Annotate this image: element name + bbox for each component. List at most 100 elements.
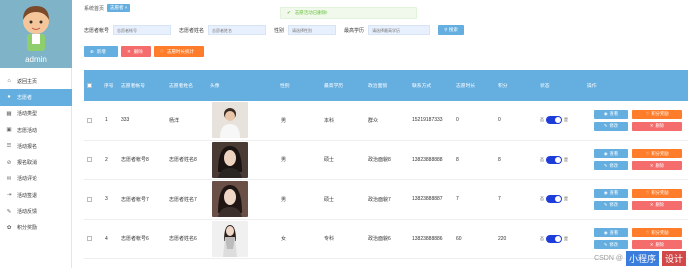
col-edu[interactable]: 最高学历: [324, 70, 343, 101]
col-gender[interactable]: 性别: [280, 70, 290, 101]
cell-name: 志愿者姓名7: [169, 196, 197, 203]
col-name[interactable]: 志愿者姓名: [169, 70, 193, 101]
cell-avatar: [212, 101, 248, 139]
close-icon[interactable]: ×: [125, 5, 128, 10]
cell-status: 否是: [540, 101, 568, 139]
view-button[interactable]: ◉ 查看: [594, 149, 628, 158]
feedback-icon: ✎: [6, 208, 12, 215]
cell-edu: 专科: [324, 236, 335, 242]
gender-select[interactable]: [288, 25, 337, 35]
col-hours[interactable]: 志愿时长: [456, 70, 475, 101]
edit-button-label: 修改: [609, 123, 619, 128]
watermark-right: 设计: [661, 251, 686, 266]
edit-button[interactable]: ✎ 修改: [594, 200, 628, 210]
col-avatar: 头像: [210, 84, 220, 89]
edit-button-label: 修改: [609, 241, 619, 247]
edit-icon: ✎: [603, 241, 608, 247]
sidebar-item-comment[interactable]: ✉ 活动评论: [0, 171, 72, 187]
cell-status: 否是: [540, 180, 568, 218]
col-status[interactable]: 状态: [540, 70, 550, 101]
cell-index: 4: [105, 235, 108, 242]
points-reward-button[interactable]: ♡ 积分奖励: [632, 228, 682, 237]
name-search-input[interactable]: [208, 25, 267, 35]
sidebar-item-activity[interactable]: ▣ 志愿活动: [0, 122, 72, 138]
sidebar-item-label: 活动报名: [17, 143, 38, 150]
grid-icon: ▦: [6, 110, 12, 117]
chart-icon: ♡: [160, 48, 165, 54]
watermark-left: CSDN @: [594, 255, 623, 262]
cell-points: 220: [498, 235, 507, 242]
view-button[interactable]: ◉ 查看: [594, 228, 628, 237]
search-label-name: 志愿者姓名: [179, 27, 205, 34]
remove-button[interactable]: ✕ 删除: [632, 200, 682, 210]
sidebar-item-cancel[interactable]: ⊘ 报名取消: [0, 154, 72, 170]
cell-gender: 男: [281, 196, 287, 203]
cell-edu: 本科: [324, 117, 335, 124]
sidebar: admin ⌂ 返回主页 ● 志愿者 ▦ 活动类型 ▣ 志愿活动 ☰ 活动报名 ⊘ 报名取消…: [0, 0, 72, 268]
view-button[interactable]: ◉ 查看: [594, 109, 628, 119]
breadcrumb-current-tag[interactable]: 志愿者 ×: [107, 4, 131, 12]
heart-icon: ♡: [645, 111, 650, 116]
eye-icon: ◉: [603, 190, 608, 195]
delete-button[interactable]: ✕ 删除: [121, 46, 151, 57]
col-account[interactable]: 志愿者帐号: [121, 70, 145, 101]
row-checkbox[interactable]: [87, 141, 92, 179]
signout-icon: ⇥: [6, 192, 12, 199]
status-toggle[interactable]: [546, 195, 562, 203]
account-search-input[interactable]: [113, 25, 172, 35]
table-header: 序号 志愿者帐号 志愿者姓名 头像 性别 最高学历 政治面貌 联系方式 志愿时长…: [84, 70, 688, 101]
stat-button[interactable]: ♡ 志愿时长统计: [154, 46, 204, 57]
sidebar-item-label: 活动反馈: [17, 209, 38, 216]
edit-button-label: 修改: [609, 162, 619, 168]
cell-politics: 政治面貌8: [368, 157, 391, 163]
success-toast: ✔ 志愿活动已删除!: [280, 7, 417, 19]
edit-button[interactable]: ✎ 修改: [594, 240, 628, 249]
status-toggle[interactable]: [546, 155, 562, 164]
table-row: 1 333 杨洋 男 本科 群众 15219187333 0 0 否是 ◉ 查看 …: [84, 101, 688, 141]
add-button[interactable]: ⊕ 新增: [84, 46, 118, 57]
view-button-label: 查看: [609, 190, 619, 195]
status-toggle[interactable]: [546, 234, 562, 243]
remove-button[interactable]: ✕ 删除: [632, 121, 682, 131]
edit-icon: ✎: [603, 202, 608, 207]
points-reward-button[interactable]: ♡ 积分奖励: [632, 149, 682, 158]
view-button[interactable]: ◉ 查看: [594, 188, 628, 198]
sidebar-item-label: 志愿活动: [17, 127, 38, 134]
view-button-label: 查看: [609, 229, 619, 235]
row-checkbox[interactable]: [87, 220, 92, 258]
sidebar-item-label: 报名取消: [17, 160, 38, 167]
row-checkbox[interactable]: [87, 180, 92, 218]
cell-politics: 政治面貌6: [368, 236, 391, 242]
sidebar-item-reward[interactable]: ✿ 积分奖励: [0, 220, 72, 236]
status-toggle[interactable]: [546, 116, 562, 124]
cell-status: 否是: [540, 141, 568, 179]
col-points[interactable]: 积分: [498, 70, 508, 101]
avatar-photo: [212, 220, 248, 257]
cell-edu: 硕士: [324, 196, 335, 203]
edit-button[interactable]: ✎ 修改: [594, 121, 628, 131]
sidebar-item-activity-type[interactable]: ▦ 活动类型: [0, 106, 72, 122]
sidebar-item-volunteer[interactable]: ● 志愿者: [0, 89, 72, 106]
sidebar-item-home[interactable]: ⌂ 返回主页: [0, 73, 72, 89]
select-all-checkbox[interactable]: [87, 70, 92, 101]
edit-button[interactable]: ✎ 修改: [594, 161, 628, 170]
breadcrumb-home[interactable]: 系统首页: [84, 5, 104, 12]
remove-button[interactable]: ✕ 删除: [632, 240, 682, 249]
x-icon: ✕: [649, 123, 654, 128]
search-bar: 志愿者帐号 志愿者姓名 性别 最高学历 ⚲ 搜索: [84, 25, 465, 35]
edu-select[interactable]: [368, 25, 431, 35]
remove-button[interactable]: ✕ 删除: [632, 161, 682, 170]
search-button[interactable]: ⚲ 搜索: [438, 25, 465, 35]
sidebar-item-signout[interactable]: ⇥ 活动签退: [0, 187, 72, 203]
sidebar-item-feedback[interactable]: ✎ 活动反馈: [0, 203, 72, 219]
points-reward-button[interactable]: ♡ 积分奖励: [632, 188, 682, 198]
toggle-label-on: 是: [564, 117, 568, 122]
sidebar-item-signup[interactable]: ☰ 活动报名: [0, 138, 72, 154]
points-reward-button[interactable]: ♡ 积分奖励: [632, 109, 682, 119]
toggle-label-on: 是: [564, 235, 568, 241]
cell-points: 8: [498, 156, 501, 163]
stat-button-label: 志愿时长统计: [167, 48, 195, 54]
row-checkbox[interactable]: [87, 101, 92, 139]
col-phone[interactable]: 联系方式: [412, 70, 431, 101]
col-politics[interactable]: 政治面貌: [368, 70, 387, 101]
